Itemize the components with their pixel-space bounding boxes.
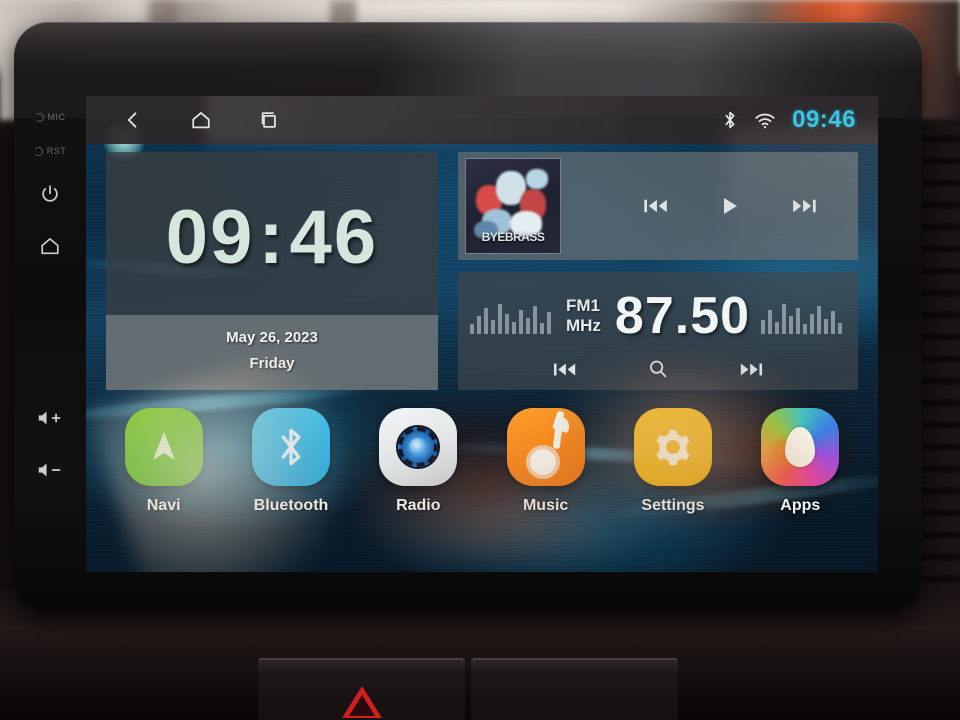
app-radio[interactable]: Radio [366,408,470,515]
reset-indicator: RST [33,134,67,168]
home-icon[interactable] [184,103,218,137]
back-arrow-icon[interactable] [116,103,150,137]
hazard-triangle-icon [341,686,382,718]
app-bluetooth[interactable]: Bluetooth [239,408,343,515]
dashboard-scene: MIC RST 09:46 09:46 May 26, 2023 Friday … [0,0,960,720]
clock-widget[interactable]: 09:46 May 26, 2023 Friday [106,152,438,390]
bluetooth-icon [722,110,738,130]
radio-band-labels: FM1 MHz [566,296,601,335]
wifi-icon [754,112,776,129]
clock-hours: 09 [165,195,255,280]
navigation-arrow-icon [124,408,203,486]
reset-label: RST [46,146,67,156]
app-label-navi: Navi [146,497,181,514]
radio-frequency: 87.50 [614,287,751,345]
album-art[interactable]: BYEBRASS [465,158,561,254]
clock-date: May 26, 2023 [226,329,318,346]
console-buttons [258,658,678,720]
radio-readout: FM1 MHz 87.50 [458,286,858,346]
app-label-settings: Settings [641,497,705,514]
media-controls [561,196,858,216]
clock-minutes: 46 [289,195,379,280]
clock-weekday: Friday [249,355,295,372]
search-icon[interactable] [647,358,669,380]
reset-icon [33,146,43,156]
music-note-icon [506,408,585,486]
status-bar: 09:46 [86,96,878,144]
clock-time: 09:46 [166,194,378,281]
hardware-bezel-left: MIC RST [14,22,86,612]
radio-unit: MHz [565,316,601,335]
skip-next-icon[interactable] [791,197,817,215]
app-label-music: Music [522,497,569,514]
radio-widget[interactable]: FM1 MHz 87.50 [458,272,858,390]
app-label-bluetooth: Bluetooth [253,497,329,514]
app-dock: Navi Bluetooth Radio Music Settings Apps [86,408,878,558]
home-widgets: 09:46 May 26, 2023 Friday BYEBRASS FM1 M… [106,152,858,392]
mic-label: MIC [47,112,66,122]
gear-icon [633,408,712,486]
media-widget[interactable]: BYEBRASS [458,152,858,260]
mic-icon [34,112,44,122]
app-label-radio: Radio [396,497,441,514]
bluetooth-icon [251,408,330,486]
home-hardware-button[interactable] [33,220,67,272]
app-music[interactable]: Music [494,408,598,515]
bezel-gap [33,272,67,392]
hazard-button[interactable] [258,658,465,720]
mic-indicator: MIC [34,100,66,134]
tune-next-icon[interactable] [739,361,763,378]
console-button-right[interactable] [471,658,678,720]
head-unit: MIC RST 09:46 09:46 May 26, 2023 Friday … [14,22,922,612]
navigation-buttons [116,103,286,137]
play-icon[interactable] [721,196,739,216]
volume-down-button[interactable] [33,444,67,496]
volume-up-button[interactable] [33,392,67,444]
app-label-apps: Apps [780,497,821,514]
radio-band: FM1 [565,296,600,316]
apps-flower-icon [761,408,840,486]
radio-controls [458,358,858,380]
app-apps[interactable]: Apps [748,408,852,515]
app-settings[interactable]: Settings [621,408,725,515]
clock-separator: : [258,195,286,280]
infotainment-screen[interactable]: 09:46 09:46 May 26, 2023 Friday BYEBRASS… [86,96,878,572]
status-bar-clock: 09:46 [792,106,856,133]
recents-icon[interactable] [252,103,286,137]
status-indicators: 09:46 [722,106,856,134]
clock-date-panel: May 26, 2023 Friday [106,315,438,390]
skip-previous-icon[interactable] [643,197,669,215]
radio-dial-icon [379,408,458,486]
app-navi[interactable]: Navi [112,408,216,515]
power-button[interactable] [33,168,67,220]
tune-previous-icon[interactable] [553,361,577,378]
album-art-title: BYEBRASS [481,230,545,244]
